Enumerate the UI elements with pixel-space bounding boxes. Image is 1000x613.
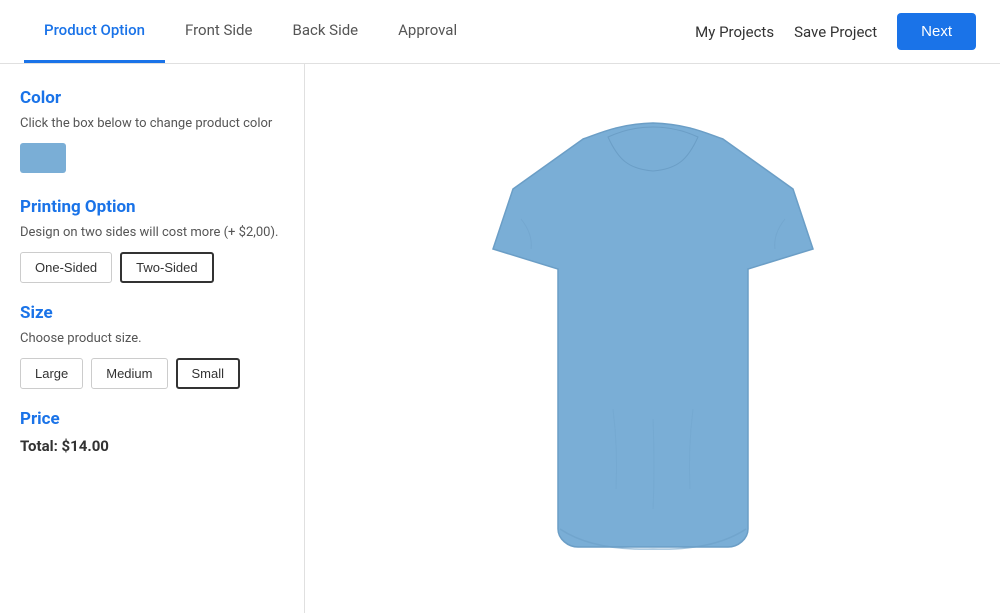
- price-section: Price Total: $14.00: [20, 409, 284, 455]
- color-description: Click the box below to change product co…: [20, 116, 284, 131]
- size-description: Choose product size.: [20, 331, 284, 346]
- my-projects-link[interactable]: My Projects: [695, 23, 774, 41]
- header: Product OptionFront SideBack SideApprova…: [0, 0, 1000, 64]
- printing-option-one-sided[interactable]: One-Sided: [20, 252, 112, 283]
- printing-option-two-sided[interactable]: Two-Sided: [120, 252, 213, 283]
- next-button[interactable]: Next: [897, 13, 976, 50]
- size-options: Large Medium Small: [20, 358, 284, 389]
- sidebar: Color Click the box below to change prod…: [0, 64, 305, 613]
- nav-tab-back-side[interactable]: Back Side: [272, 0, 378, 63]
- nav-tab-approval[interactable]: Approval: [378, 0, 477, 63]
- size-title: Size: [20, 303, 284, 323]
- tshirt-body: [493, 123, 813, 547]
- tshirt-svg: [453, 109, 853, 569]
- nav-tabs: Product OptionFront SideBack SideApprova…: [24, 0, 477, 63]
- size-section: Size Choose product size. Large Medium Sma…: [20, 303, 284, 389]
- printing-options: One-Sided Two-Sided: [20, 252, 284, 283]
- size-option-medium[interactable]: Medium: [91, 358, 167, 389]
- color-swatch[interactable]: [20, 143, 66, 173]
- save-project-link[interactable]: Save Project: [794, 23, 877, 41]
- size-option-large[interactable]: Large: [20, 358, 83, 389]
- preview-area: [305, 64, 1000, 613]
- main-layout: Color Click the box below to change prod…: [0, 64, 1000, 613]
- color-section: Color Click the box below to change prod…: [20, 88, 284, 173]
- tshirt-preview: [443, 99, 863, 579]
- price-title: Price: [20, 409, 284, 429]
- price-total: Total: $14.00: [20, 437, 284, 455]
- nav-tab-product-option[interactable]: Product Option: [24, 0, 165, 63]
- printing-section: Printing Option Design on two sides will…: [20, 197, 284, 283]
- header-actions: My Projects Save Project Next: [695, 13, 976, 50]
- printing-description: Design on two sides will cost more (+ $2…: [20, 225, 284, 240]
- nav-tab-front-side[interactable]: Front Side: [165, 0, 272, 63]
- printing-title: Printing Option: [20, 197, 284, 217]
- size-option-small[interactable]: Small: [176, 358, 241, 389]
- color-title: Color: [20, 88, 284, 108]
